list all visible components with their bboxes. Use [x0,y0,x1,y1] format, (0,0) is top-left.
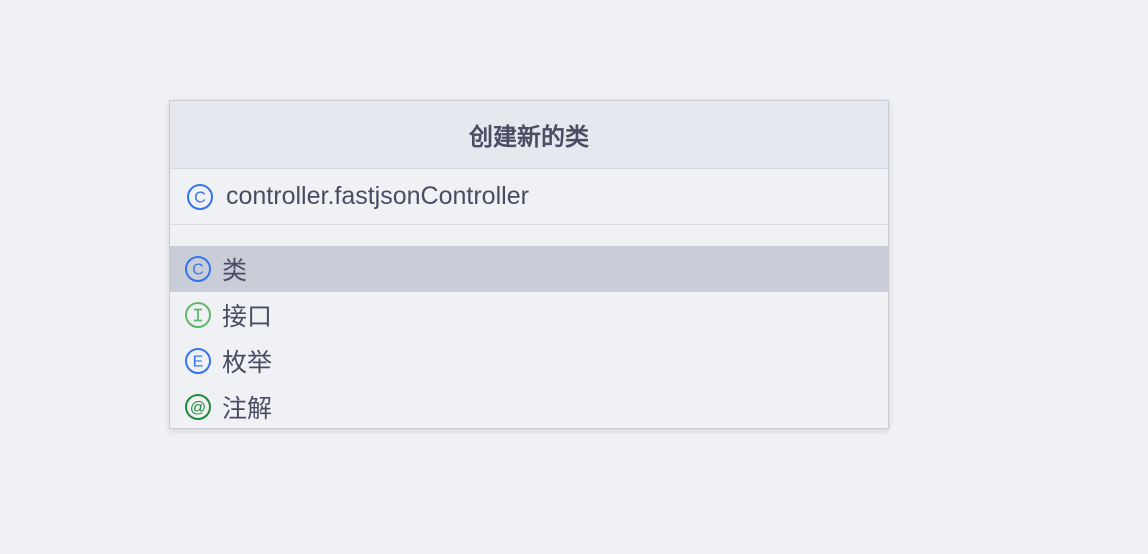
svg-text:C: C [194,189,206,206]
interface-icon [184,301,212,329]
kind-item-label: 枚举 [222,349,273,377]
class-name-input[interactable] [226,182,866,211]
enum-icon: E [184,347,212,375]
kind-item-label: 接口 [222,303,273,331]
name-field-row[interactable]: C [170,169,888,225]
annotation-icon: @ [184,393,212,421]
new-class-dialog: 创建新的类 C C 类 [169,100,889,429]
class-icon: C [184,255,212,283]
kind-item-enum[interactable]: E 枚举 [170,338,888,384]
svg-text:E: E [193,354,204,371]
kind-item-class[interactable]: C 类 [170,246,888,292]
dialog-header: 创建新的类 [170,101,888,169]
svg-text:@: @ [190,400,206,417]
kind-item-annotation[interactable]: @ 注解 [170,384,888,430]
kind-item-interface[interactable]: 接口 [170,292,888,338]
dialog-title: 创建新的类 [469,124,589,151]
svg-text:C: C [192,262,204,279]
class-icon: C [186,183,214,211]
kind-list: C 类 接口 E 枚举 @ 注解 [170,246,888,430]
kind-item-label: 注解 [222,395,273,423]
kind-item-label: 类 [222,257,248,285]
